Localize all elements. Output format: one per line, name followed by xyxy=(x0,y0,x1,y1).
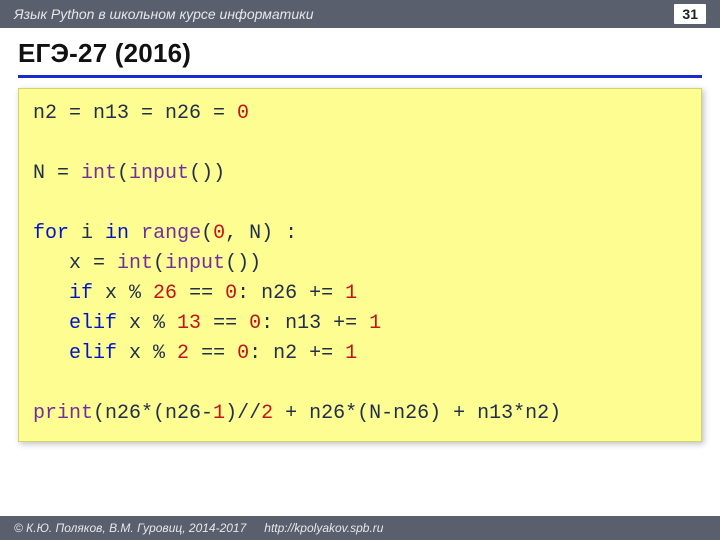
course-name: Язык Python в школьном курсе информатики xyxy=(14,6,314,22)
code-line: print(n26*(n26-1)//2 + n26*(N-n26) + n13… xyxy=(33,402,561,425)
code-container: n2 = n13 = n26 = 0 N = int(input()) for … xyxy=(0,78,720,442)
code-block: n2 = n13 = n26 = 0 N = int(input()) for … xyxy=(18,88,702,442)
code-line: x = int(input()) xyxy=(33,252,261,275)
code-line: n2 = n13 = n26 = 0 xyxy=(33,102,249,125)
code-line: if x % 26 == 0: n26 += 1 xyxy=(33,282,357,305)
page-number: 31 xyxy=(674,4,706,24)
slide-footer: © К.Ю. Поляков, В.М. Гуровиц, 2014-2017 … xyxy=(0,516,720,540)
code-line: for i in range(0, N) : xyxy=(33,222,297,245)
code-line: elif x % 13 == 0: n13 += 1 xyxy=(33,312,381,335)
code-line: elif x % 2 == 0: n2 += 1 xyxy=(33,342,357,365)
slide-title: ЕГЭ-27 (2016) xyxy=(18,38,702,69)
copyright-text: © К.Ю. Поляков, В.М. Гуровиц, 2014-2017 xyxy=(14,521,246,535)
code-line: N = int(input()) xyxy=(33,162,225,185)
footer-link[interactable]: http://kpolyakov.spb.ru xyxy=(264,521,383,535)
slide-header: Язык Python в школьном курсе информатики… xyxy=(0,0,720,28)
title-block: ЕГЭ-27 (2016) xyxy=(0,28,720,78)
